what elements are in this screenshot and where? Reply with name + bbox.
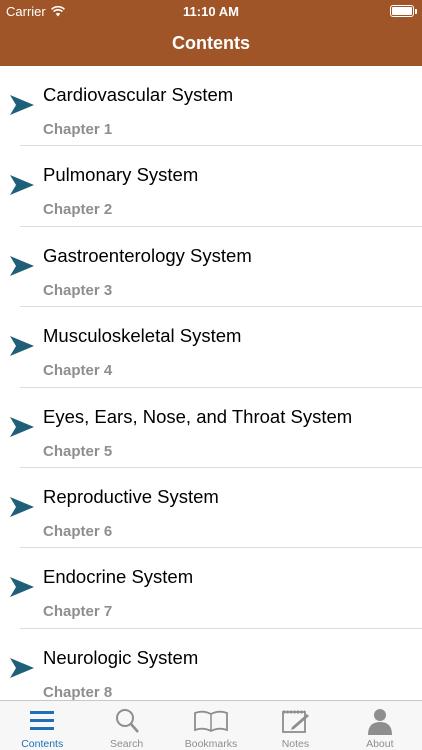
tab-contents[interactable]: Contents: [0, 701, 84, 750]
battery-icon: [390, 5, 417, 17]
tab-label: About: [366, 738, 394, 750]
chapter-title: Eyes, Ears, Nose, and Throat System: [43, 405, 353, 427]
tab-label: Search: [109, 738, 144, 750]
tab-label: Bookmarks: [184, 738, 238, 750]
notes-icon: [282, 710, 310, 733]
chapter-title: Musculoskeletal System: [43, 325, 242, 347]
chevron-arrow-icon: [10, 577, 34, 598]
chapter-row[interactable]: Reproductive System Chapter 6: [0, 468, 422, 549]
chevron-arrow-icon: [10, 496, 34, 517]
chapter-number: Chapter 3: [43, 281, 113, 299]
chapter-list[interactable]: Cardiovascular System Chapter 1 Pulmonary …: [0, 66, 422, 700]
chapter-number: Chapter 7: [43, 603, 113, 621]
chevron-arrow-icon: [10, 336, 34, 357]
person-icon: [367, 709, 392, 735]
chapter-number: Chapter 5: [43, 442, 113, 460]
chapter-number: Chapter 4: [43, 362, 113, 380]
tab-bar: Contents Search Bookmarks Notes About: [0, 700, 422, 750]
chapter-title: Pulmonary System: [43, 164, 199, 186]
tab-label: Contents: [21, 738, 64, 750]
navigation-header: Carrier 11:10 AM Contents: [0, 0, 422, 66]
chevron-arrow-icon: [10, 657, 34, 678]
chapter-row[interactable]: Musculoskeletal System Chapter 4: [0, 307, 422, 388]
chevron-arrow-icon: [10, 255, 34, 276]
status-bar: Carrier 11:10 AM: [0, 0, 422, 22]
chapter-number: Chapter 8: [43, 683, 113, 700]
chapter-row[interactable]: Endocrine System Chapter 7: [0, 548, 422, 629]
chapter-title: Endocrine System: [43, 566, 194, 588]
chapter-row[interactable]: Neurologic System Chapter 8: [0, 629, 422, 700]
tab-bookmarks[interactable]: Bookmarks: [169, 701, 253, 750]
book-icon: [194, 710, 228, 733]
chevron-arrow-icon: [10, 95, 34, 115]
chapter-number: Chapter 1: [43, 121, 113, 138]
status-time: 11:10 AM: [183, 4, 239, 19]
chapter-row[interactable]: Gastroenterology System Chapter 3: [0, 227, 422, 308]
chapter-row[interactable]: Eyes, Ears, Nose, and Throat System Chapt…: [0, 388, 422, 468]
tab-about[interactable]: About: [338, 701, 422, 750]
tab-notes[interactable]: Notes: [253, 701, 337, 750]
chapter-title: Neurologic System: [43, 646, 199, 668]
chapter-number: Chapter 6: [43, 522, 113, 540]
page-title: Contents: [172, 33, 250, 53]
chapter-row[interactable]: Pulmonary System Chapter 2: [0, 146, 422, 227]
chapter-number: Chapter 2: [43, 201, 113, 219]
list-icon: [30, 711, 55, 730]
tab-search[interactable]: Search: [84, 701, 168, 750]
tab-label: Notes: [281, 738, 310, 750]
chapter-title: Gastroenterology System: [43, 244, 252, 266]
chapter-title: Cardiovascular System: [43, 84, 234, 105]
chapter-row[interactable]: Cardiovascular System Chapter 1: [0, 66, 422, 147]
chevron-arrow-icon: [10, 416, 34, 437]
chapter-title: Reproductive System: [43, 485, 219, 507]
chevron-arrow-icon: [10, 175, 34, 196]
search-icon: [115, 709, 139, 733]
